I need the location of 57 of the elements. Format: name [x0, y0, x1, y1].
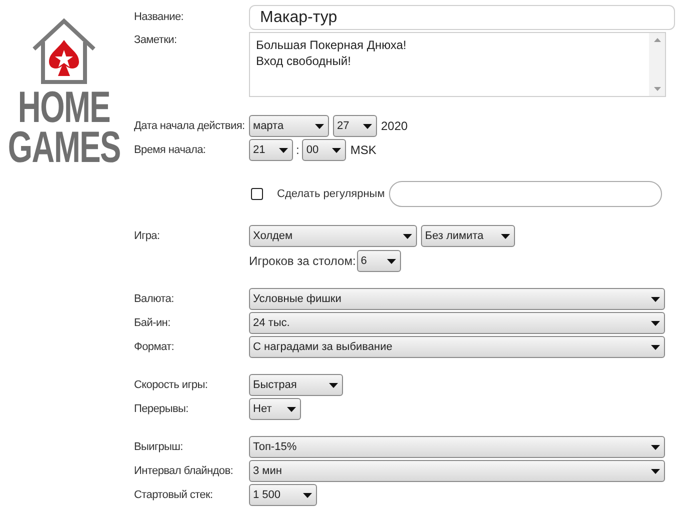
- caret-icon: [329, 382, 338, 388]
- dropdown[interactable]: Холдем: [249, 225, 417, 247]
- dropdown[interactable]: С наградами за выбивание: [249, 336, 665, 358]
- caret-icon: [651, 320, 660, 326]
- scroll-up-icon[interactable]: [654, 38, 660, 42]
- time-separator: :: [296, 142, 300, 159]
- field-label: Стартовый стек:: [134, 488, 214, 503]
- notes-field[interactable]: Большая Покерная Днюха! Вход свободный!: [249, 32, 666, 97]
- dropdown[interactable]: Топ-15%: [249, 436, 665, 458]
- dropdown[interactable]: 24 тыс.: [249, 312, 665, 334]
- name-field[interactable]: Макар-тур: [249, 5, 675, 30]
- caret-icon: [363, 124, 372, 128]
- field-label: Скорость игры:: [134, 378, 209, 393]
- year-text: 2020: [381, 118, 408, 135]
- recurring-field[interactable]: [388, 181, 662, 207]
- dropdown[interactable]: Быстрая: [249, 374, 343, 396]
- logo-text: HOME: [18, 88, 110, 128]
- field-label: Интервал блайндов:: [134, 464, 234, 479]
- field-label: Формат:: [134, 340, 176, 355]
- field-label: Дата начала действия:: [134, 118, 246, 134]
- field-label: Валюта:: [134, 292, 175, 307]
- field-label: Бай-ин:: [134, 316, 172, 331]
- dropdown[interactable]: марта: [249, 115, 329, 137]
- field-label: Игра:: [134, 228, 161, 244]
- field-label: Название:: [134, 10, 185, 26]
- field-label: Заметки:: [134, 33, 178, 48]
- caret-icon: [287, 406, 296, 412]
- dropdown[interactable]: Без лимита: [421, 225, 515, 247]
- dropdown[interactable]: 27: [333, 115, 377, 137]
- caret-icon: [651, 344, 660, 350]
- caret-icon: [386, 258, 396, 264]
- recurring-checkbox[interactable]: [251, 188, 263, 200]
- caret-icon: [303, 492, 312, 498]
- field-label: Время начала:: [134, 142, 207, 158]
- dropdown[interactable]: 00: [302, 139, 346, 161]
- dropdown[interactable]: 21: [249, 139, 293, 161]
- dropdown[interactable]: 6: [356, 250, 401, 272]
- field-label: Выигрыш:: [134, 440, 184, 455]
- dropdown[interactable]: 1 500: [249, 484, 317, 506]
- dropdown[interactable]: Условные фишки: [249, 288, 665, 310]
- checkbox-label: Сделать регулярным: [277, 186, 385, 202]
- logo-text: GAMES: [8, 128, 120, 168]
- caret-icon: [315, 124, 324, 128]
- caret-icon: [651, 444, 660, 450]
- caret-icon: [403, 234, 412, 238]
- scroll-down-icon[interactable]: [654, 87, 660, 91]
- caret-icon: [651, 296, 660, 302]
- caret-icon: [279, 148, 288, 152]
- caret-icon: [332, 148, 342, 152]
- dropdown[interactable]: Нет: [249, 398, 301, 420]
- field-label: Игроков за столом:: [249, 253, 356, 270]
- scrollbar[interactable]: [649, 33, 665, 96]
- dropdown[interactable]: 3 мин: [249, 460, 665, 482]
- timezone-text: MSK: [350, 142, 376, 159]
- field-label: Перерывы:: [134, 402, 190, 417]
- caret-icon: [501, 234, 510, 238]
- caret-icon: [651, 468, 660, 474]
